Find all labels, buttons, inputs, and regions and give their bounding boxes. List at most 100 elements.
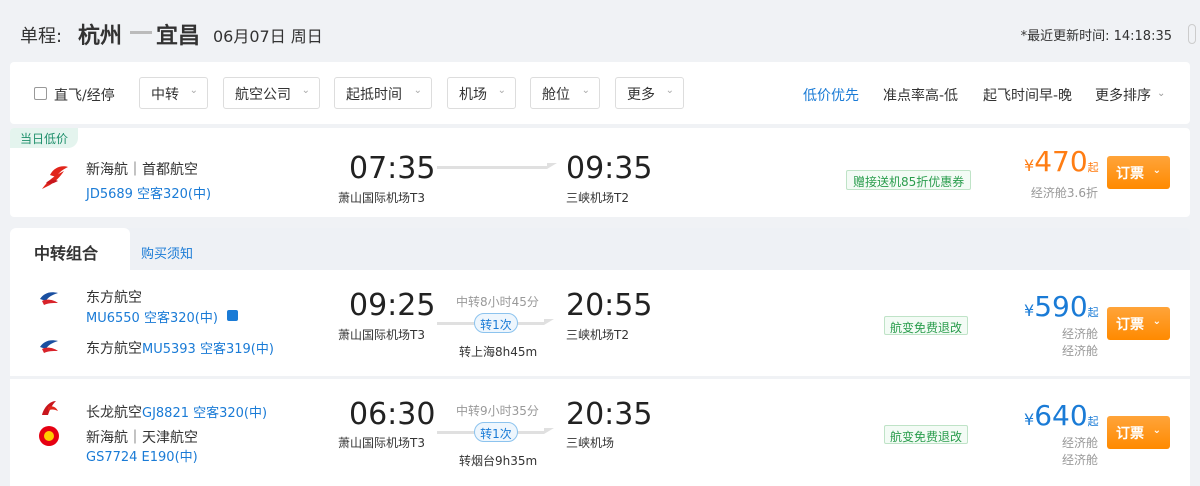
from-city: 杭州 (78, 24, 123, 49)
route-arrowhead (544, 319, 554, 325)
flight-number[interactable]: MU6550 空客320(中) (86, 307, 218, 326)
price-display: ¥590起 (1024, 290, 1099, 323)
refund-badge: 航变免费退改 (884, 316, 969, 335)
departure-time: 09:25 (349, 288, 436, 323)
cabin-class: 经济舱 (1061, 453, 1098, 467)
flight-number[interactable]: GS7724 E190(中) (86, 446, 198, 465)
currency-symbol: ¥ (1024, 301, 1035, 320)
arrival-time: 20:35 (566, 397, 653, 432)
last-update-time: *最近更新时间: 14:18:35 (1020, 29, 1172, 44)
flight-number[interactable]: MU5393 空客319(中) (142, 342, 274, 357)
chevron-down-icon: ⌄ (189, 85, 198, 96)
china-eastern-logo-icon (40, 340, 58, 353)
price-from-label: 起 (1087, 161, 1099, 174)
chevron-down-icon: ⌄ (1152, 165, 1161, 176)
travel-date: 06月07日 周日 (213, 27, 323, 46)
first-leg-flight: 长龙航空GJ8821 空客320(中) (86, 402, 267, 422)
cabin-discount: 经济舱3.6折 (1030, 186, 1098, 200)
dropdown-label: 更多 (627, 87, 655, 103)
currency-symbol: ¥ (1024, 410, 1035, 429)
book-button[interactable]: 订票 ⌄ (1107, 156, 1170, 189)
price-value: 470 (1034, 145, 1088, 178)
direct-flight-label[interactable]: 直飞/经停 (54, 85, 115, 105)
dropdown-label: 中转 (151, 87, 179, 103)
dropdown-label: 起抵时间 (346, 87, 402, 103)
price-from-label: 起 (1087, 306, 1099, 319)
scrollbar[interactable] (1188, 24, 1196, 44)
chevron-down-icon: ⌄ (665, 85, 674, 96)
arrival-airport: 三峡机场T2 (566, 328, 629, 342)
promo-badge: 赠接送机85折优惠券 (846, 170, 972, 190)
departure-airport: 萧山国际机场T3 (338, 436, 425, 450)
arrival-airport: 三峡机场 (566, 436, 615, 450)
route-line (437, 166, 547, 169)
direct-flight-checkbox[interactable] (34, 87, 47, 100)
book-label: 订票 (1116, 317, 1144, 333)
sort-more[interactable]: 更多排序 (1095, 85, 1151, 105)
departure-time: 06:30 (349, 397, 436, 432)
video-icon[interactable] (227, 310, 238, 321)
tianjin-airlines-logo-icon (39, 426, 59, 446)
book-button[interactable]: 订票 ⌄ (1107, 307, 1170, 340)
arrival-time: 09:35 (566, 151, 653, 186)
cabin-class: 经济舱 (1061, 436, 1098, 450)
dropdown-label: 舱位 (542, 87, 570, 103)
filter-time-dropdown[interactable]: 起抵时间 ⌄ (334, 77, 432, 109)
china-eastern-logo-icon (40, 292, 58, 305)
airline-name: 东方航空 (86, 341, 142, 357)
currency-symbol: ¥ (1024, 156, 1035, 175)
filter-cabin-dropdown[interactable]: 舱位 ⌄ (530, 77, 600, 109)
airline-name: 东方航空 (86, 290, 142, 306)
price-from-label: 起 (1087, 415, 1099, 428)
transfer-city: 转烟台9h35m (459, 454, 538, 468)
departure-airport: 萧山国际机场T3 (338, 328, 425, 342)
route-arrowhead (544, 428, 554, 434)
filter-transfer-dropdown[interactable]: 中转 ⌄ (139, 77, 208, 109)
airline-name: 长龙航空 (86, 405, 142, 421)
filter-airport-dropdown[interactable]: 机场 ⌄ (447, 77, 516, 109)
book-label: 订票 (1116, 426, 1144, 442)
chevron-down-icon: ⌄ (497, 85, 506, 96)
transfer-count-badge[interactable]: 转1次 (474, 313, 518, 333)
book-button[interactable]: 订票 ⌄ (1107, 416, 1170, 449)
dropdown-label: 机场 (459, 87, 487, 103)
price-value: 640 (1034, 399, 1088, 432)
to-city: 宜昌 (156, 24, 201, 49)
transfer-count-badge[interactable]: 转1次 (474, 422, 518, 442)
hainan-airlines-logo-icon (42, 166, 68, 189)
cabin-class: 经济舱 (1061, 344, 1098, 358)
purchase-notice-link[interactable]: 购买须知 (141, 243, 193, 262)
chevron-down-icon: ⌄ (413, 85, 422, 96)
loong-air-logo-icon (42, 401, 58, 415)
price-display: ¥470起 (1024, 145, 1099, 178)
book-label: 订票 (1116, 166, 1144, 182)
sort-departure-time[interactable]: 起飞时间早-晚 (983, 85, 1072, 105)
trip-type-label: 单程: (20, 26, 63, 47)
chevron-down-icon: ⌄ (1157, 88, 1166, 99)
filter-airline-dropdown[interactable]: 航空公司 ⌄ (223, 77, 320, 109)
price-display: ¥640起 (1024, 399, 1099, 432)
tab-transfer-combo[interactable]: 中转组合 (10, 228, 130, 272)
airline-name: 新海航｜天津航空 (86, 430, 198, 446)
route-arrowhead (547, 163, 557, 169)
arrival-time: 20:55 (566, 288, 653, 323)
transfer-city: 转上海8h45m (459, 345, 538, 359)
lowest-price-tag: 当日低价 (10, 128, 79, 148)
cabin-class: 经济舱 (1061, 327, 1098, 341)
flight-number[interactable]: GJ8821 空客320(中) (142, 406, 267, 421)
sort-lowest-price[interactable]: 低价优先 (803, 85, 859, 105)
chevron-down-icon: ⌄ (1152, 316, 1161, 327)
flight-number[interactable]: JD5689 空客320(中) (86, 183, 211, 202)
departure-time: 07:35 (349, 151, 436, 186)
filter-more-dropdown[interactable]: 更多 ⌄ (615, 77, 684, 109)
departure-airport: 萧山国际机场T3 (338, 191, 425, 205)
chevron-down-icon: ⌄ (301, 85, 310, 96)
second-leg-flight: 东方航空MU5393 空客319(中) (86, 338, 274, 358)
transfer-duration: 中转9小时35分 (456, 404, 539, 418)
sort-punctuality[interactable]: 准点率高-低 (883, 85, 958, 105)
arrival-airport: 三峡机场T2 (566, 191, 629, 205)
refund-badge: 航变免费退改 (884, 425, 969, 444)
transfer-duration: 中转8小时45分 (456, 295, 539, 309)
chevron-down-icon: ⌄ (1152, 425, 1161, 436)
dropdown-label: 航空公司 (235, 87, 291, 103)
